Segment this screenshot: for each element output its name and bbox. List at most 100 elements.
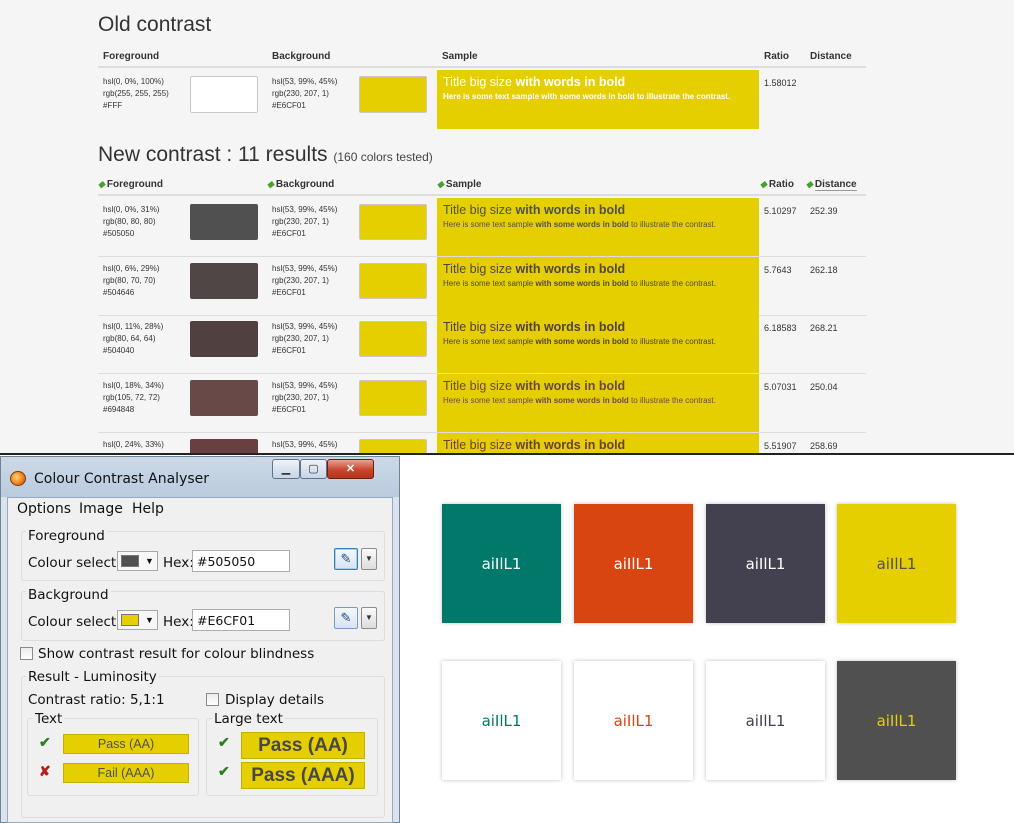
sort-foreground[interactable]: ◆ Foreground: [98, 179, 163, 190]
contrast-ratio: Contrast ratio: 5,1:1: [28, 692, 165, 708]
menu-options[interactable]: Options: [17, 501, 71, 517]
fg-swatch: [190, 204, 258, 240]
bg-hsl: hsl(53, 99%, 45%): [272, 205, 338, 214]
sample-description: Here is some text sample with some words…: [443, 92, 731, 101]
col-background: Background: [275, 179, 335, 190]
color-tile: aiIlL1: [837, 504, 956, 623]
chevron-down-icon: ▼: [365, 554, 373, 563]
fg-eyedropper-button[interactable]: ✎: [334, 548, 358, 570]
sort-distance[interactable]: ◆ Distance: [806, 179, 857, 191]
bg-swatch: [359, 380, 427, 416]
bg-eyedropper-menu[interactable]: ▼: [361, 607, 377, 629]
tile-sample-text: aiIlL1: [481, 711, 522, 730]
close-button[interactable]: ✕: [327, 459, 374, 479]
fg-rgb: rgb(80, 70, 70): [103, 276, 156, 285]
fg-hex-label: Hex:: [163, 555, 194, 571]
fg-hex: #504646: [103, 288, 135, 297]
color-tile: aiIlL1: [574, 661, 693, 780]
bg-eyedropper-button[interactable]: ✎: [334, 607, 358, 629]
sample-box: Title big size with words in bold Here i…: [437, 70, 759, 129]
sort-background[interactable]: ◆ Background: [267, 179, 334, 190]
eyedropper-icon: ✎: [340, 610, 352, 625]
color-tile: aiIlL1: [442, 504, 561, 623]
result-row: hsl(0, 6%, 29%) rgb(80, 70, 70) #504646 hsl…: [98, 257, 866, 316]
sort-arrow-icon: ◆: [267, 179, 274, 189]
fg-hsl: hsl(0, 11%, 28%): [103, 322, 164, 331]
tile-sample-text: aiIlL1: [745, 554, 786, 573]
colour-contrast-analyser-window: Colour Contrast Analyser ▁ ▢ ✕ Options I…: [0, 456, 400, 823]
distance-value: 258.69: [810, 441, 838, 451]
sort-sample[interactable]: ◆ Sample: [437, 179, 482, 190]
fg-hex: #505050: [103, 229, 135, 238]
bg-hex: #E6CF01: [272, 288, 306, 297]
fg-swatch: [190, 76, 258, 113]
tile-sample-text: aiIlL1: [876, 554, 917, 573]
col-distance: Distance: [810, 51, 852, 62]
bg-codes: hsl(53, 99%, 45%) rgb(230, 207, 1) #E6CF…: [272, 76, 337, 112]
large-text-label: Large text: [212, 711, 285, 727]
bg-hsl: hsl(53, 99%, 45%): [272, 322, 338, 331]
bg-codes: hsl(53, 99%, 45%): [272, 439, 337, 451]
col-distance: Distance: [814, 179, 857, 191]
bg-hsl: hsl(53, 99%, 45%): [272, 77, 338, 86]
bg-hex-input[interactable]: [192, 609, 290, 631]
title-bar[interactable]: Colour Contrast Analyser ▁ ▢ ✕: [1, 457, 399, 497]
fg-hex: #504040: [103, 346, 135, 355]
ratio-value: 6.18583: [764, 323, 797, 333]
window-title: Colour Contrast Analyser: [34, 471, 210, 487]
bg-codes: hsl(53, 99%, 45%) rgb(230, 207, 1) #E6CF01: [272, 380, 337, 416]
maximize-button[interactable]: ▢: [300, 459, 327, 479]
tile-sample-text: aiIlL1: [745, 711, 786, 730]
bg-hex: #E6CF01: [272, 405, 306, 414]
tile-sample-text: aiIlL1: [613, 711, 654, 730]
fg-codes: hsl(0, 0%, 31%) rgb(80, 80, 80) #505050: [103, 204, 159, 240]
sort-arrow-icon: ◆: [437, 179, 444, 189]
sort-arrow-icon: ◆: [760, 179, 767, 189]
menu-image[interactable]: Image: [79, 501, 123, 517]
col-background: Background: [272, 51, 331, 62]
sort-ratio[interactable]: ◆ Ratio: [760, 179, 794, 190]
fg-eyedropper-menu[interactable]: ▼: [361, 548, 377, 570]
fg-hsl: hsl(0, 0%, 31%): [103, 205, 160, 214]
col-ratio: Ratio: [768, 179, 794, 190]
fg-colour-swatch: [121, 555, 139, 567]
chevron-down-icon: ▼: [145, 556, 154, 566]
display-details-checkbox[interactable]: [206, 693, 219, 706]
bg-rgb: rgb(230, 207, 1): [272, 334, 329, 343]
bg-hsl: hsl(53, 99%, 45%): [272, 264, 338, 273]
bg-hsl: hsl(53, 99%, 45%): [272, 381, 338, 390]
sample-title: Title big size with words in bold: [443, 320, 626, 334]
fg-hex-input[interactable]: [192, 550, 290, 572]
bg-colour-select[interactable]: ▼: [117, 610, 158, 630]
sort-arrow-icon: ◆: [806, 179, 813, 189]
sample-title: Title big size with words in bold: [443, 262, 626, 276]
text-label: Text: [33, 711, 65, 727]
menu-help[interactable]: Help: [132, 501, 164, 517]
fg-codes: hsl(0, 24%, 33%): [103, 439, 164, 451]
color-tile: aiIlL1: [574, 504, 693, 623]
text-aaa-result: Fail (AAA): [63, 763, 189, 783]
fg-codes: hsl(0, 18%, 34%) rgb(105, 72, 72) #694848: [103, 380, 164, 416]
fg-colour-select[interactable]: ▼: [117, 551, 158, 571]
tile-sample-text: aiIlL1: [481, 554, 522, 573]
display-details-label: Display details: [225, 692, 325, 708]
sort-arrow-icon: ◆: [98, 179, 105, 189]
minimize-button[interactable]: ▁: [272, 459, 300, 479]
sample-description: Here is some text sample with some words…: [443, 396, 716, 405]
result-label: Result - Luminosity: [26, 669, 159, 685]
sample-title: Title big size with words in bold: [443, 438, 626, 452]
distance-value: 252.39: [810, 206, 838, 216]
colour-blindness-checkbox[interactable]: [20, 647, 33, 660]
divider: [0, 453, 1014, 455]
bg-colour-select-label: Colour select:: [28, 614, 121, 630]
old-contrast-row: hsl(0, 0%, 100%) rgb(255, 255, 255) #FFF…: [98, 70, 866, 132]
sample-title: Title big size with words in bold: [443, 379, 626, 393]
fg-hex: #694848: [103, 405, 135, 414]
fg-rgb: rgb(255, 255, 255): [103, 89, 169, 98]
col-foreground: Foreground: [106, 179, 164, 190]
bg-hex: #E6CF01: [272, 346, 306, 355]
check-icon: ✔: [39, 734, 51, 750]
bg-swatch: [359, 204, 427, 240]
distance-value: 250.04: [810, 382, 838, 392]
bg-rgb: rgb(230, 207, 1): [272, 89, 329, 98]
